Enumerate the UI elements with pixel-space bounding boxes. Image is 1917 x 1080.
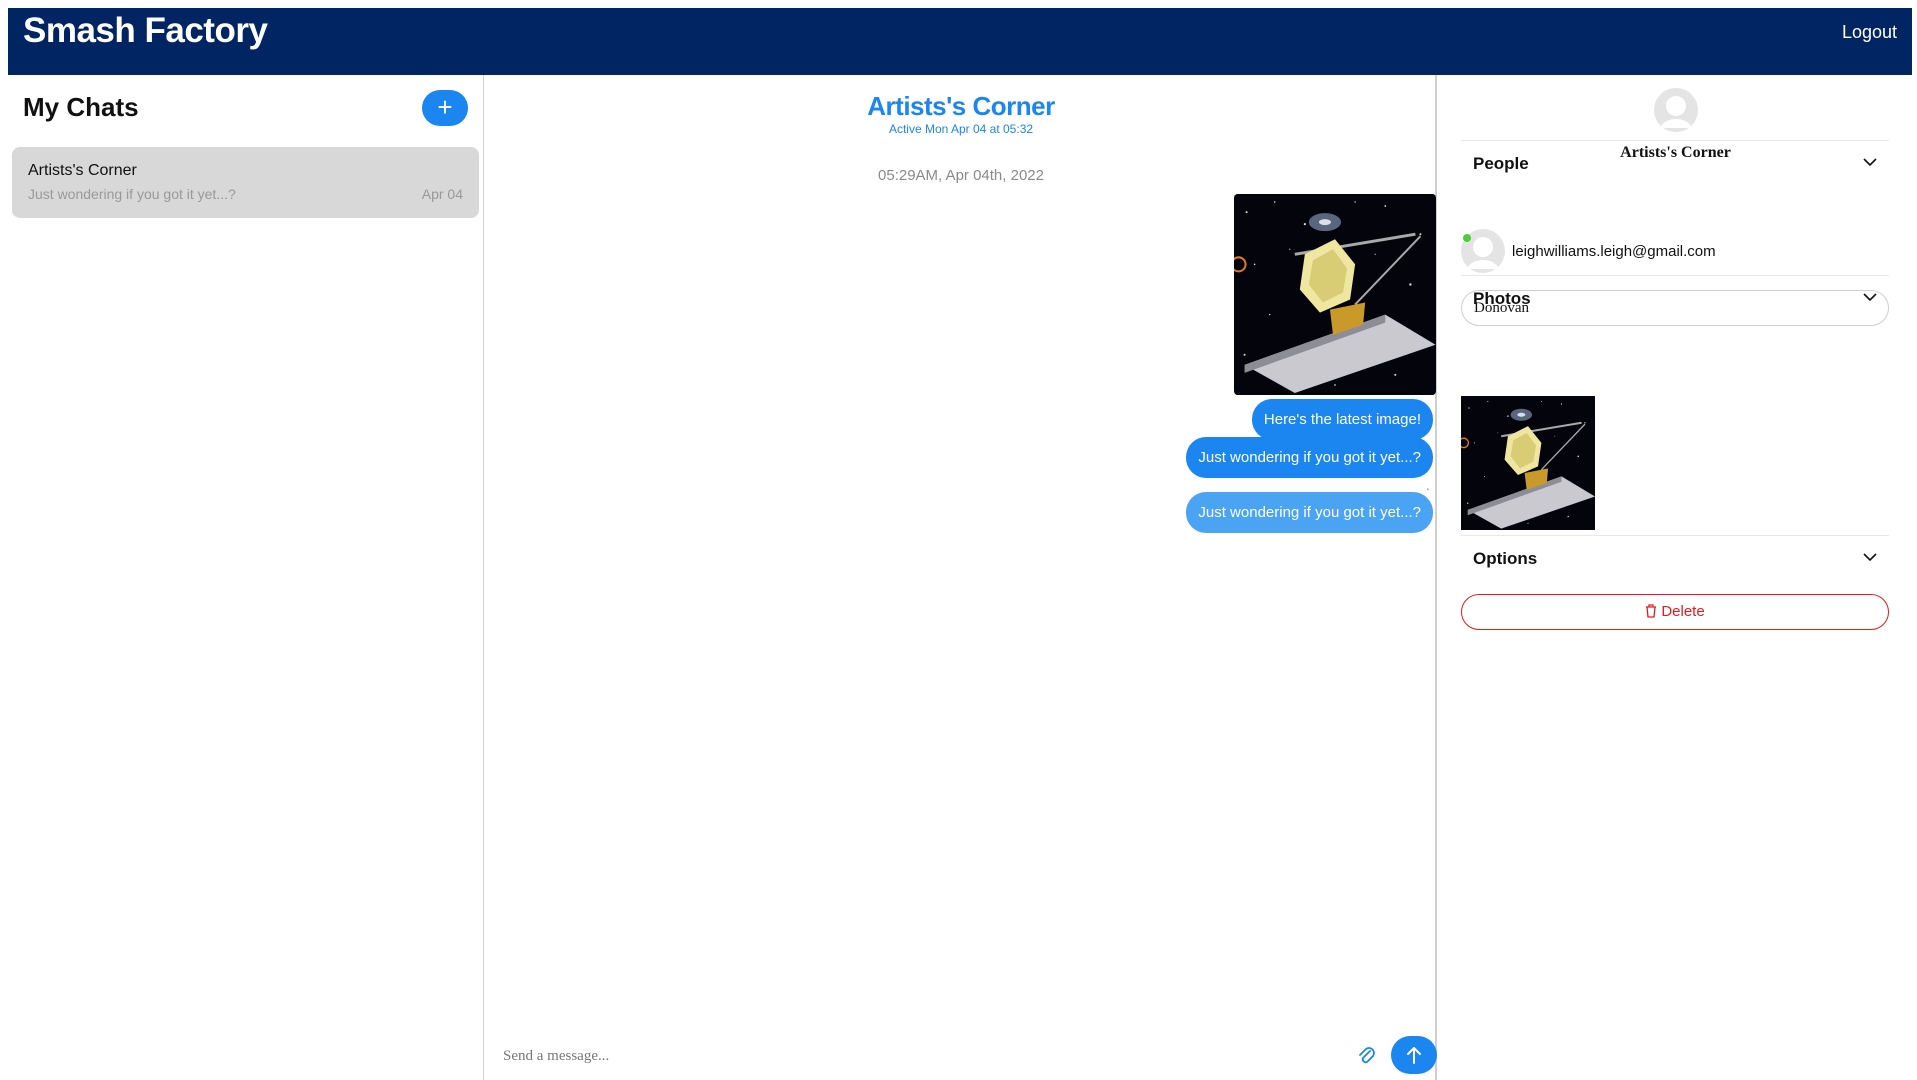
chats-sidebar: My Chats + Artists's Corner Just wonderi… xyxy=(8,75,484,1080)
photos-section-label: Photos xyxy=(1473,289,1531,308)
options-section-toggle[interactable]: Options xyxy=(1461,535,1889,575)
chevron-down-icon xyxy=(1863,158,1877,167)
message-timestamp: 05:29AM, Apr 04th, 2022 xyxy=(878,167,1044,184)
people-section-label: People xyxy=(1473,154,1529,173)
message-composer xyxy=(485,1035,1437,1080)
message-bubble[interactable]: Here's the latest image! xyxy=(1251,399,1433,440)
plus-icon: + xyxy=(437,92,453,122)
paperclip-icon xyxy=(1359,1047,1375,1064)
page-body: My Chats + Artists's Corner Just wonderi… xyxy=(8,75,1912,1080)
telescope-space-image xyxy=(1234,194,1436,395)
chat-item-preview: Just wondering if you got it yet...? xyxy=(28,186,236,202)
member-email: leighwilliams.leigh@gmail.com xyxy=(1512,243,1716,260)
message-bubble[interactable]: Just wondering if you got it yet...? xyxy=(1186,437,1433,478)
trash-icon xyxy=(1646,604,1657,618)
top-nav-bar: Smash Factory Logout xyxy=(8,8,1912,75)
member-row[interactable]: leighwilliams.leigh@gmail.com xyxy=(1461,229,1889,273)
chat-item-date: Apr 04 xyxy=(421,186,463,202)
online-status-indicator xyxy=(1463,234,1471,242)
photos-section-toggle[interactable]: Photos xyxy=(1461,275,1889,315)
delete-label: Delete xyxy=(1661,603,1705,620)
logout-button[interactable]: Logout xyxy=(1842,22,1897,43)
delete-chat-button[interactable]: Delete xyxy=(1461,594,1889,630)
message-input[interactable] xyxy=(503,1040,1323,1072)
group-avatar xyxy=(1654,88,1698,132)
message-image[interactable] xyxy=(1234,194,1436,395)
send-button[interactable] xyxy=(1391,1036,1437,1074)
telescope-space-image xyxy=(1461,396,1595,530)
brand-logo[interactable]: Smash Factory xyxy=(23,11,268,51)
conversation-title: Artists's Corner xyxy=(867,91,1055,121)
arrow-up-icon xyxy=(1407,1047,1421,1064)
conversation-panel: Artists's Corner Active Mon Apr 04 at 05… xyxy=(485,75,1437,1080)
chat-item-name: Artists's Corner xyxy=(28,162,137,179)
message-bubble-pending[interactable]: Just wondering if you got it yet...? xyxy=(1186,492,1433,533)
chat-details-panel: Artists's Corner People leighwilliams.le… xyxy=(1439,75,1912,1080)
attach-button[interactable] xyxy=(1356,1044,1376,1068)
options-section-label: Options xyxy=(1473,549,1538,568)
my-chats-title: My Chats xyxy=(23,92,139,122)
photo-thumbnail[interactable] xyxy=(1461,396,1595,530)
chevron-down-icon xyxy=(1863,293,1877,302)
people-section-toggle[interactable]: People xyxy=(1461,140,1889,180)
chat-list-item[interactable]: Artists's Corner Just wondering if you g… xyxy=(12,147,479,218)
conversation-status: Active Mon Apr 04 at 05:32 xyxy=(888,122,1034,136)
new-chat-button[interactable]: + xyxy=(422,90,468,126)
chevron-down-icon xyxy=(1863,553,1877,562)
read-receipt-icon: ◔ xyxy=(1424,485,1431,496)
